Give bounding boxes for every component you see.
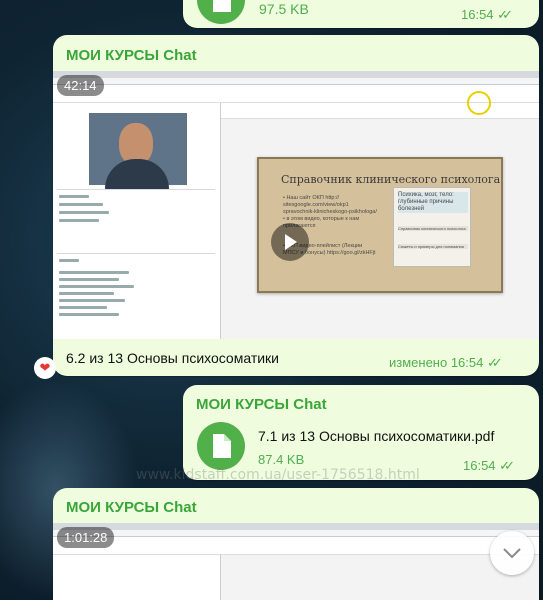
sender-name[interactable]: МОИ КУРСЫ Chat	[66, 499, 197, 516]
webcam-frame	[89, 113, 187, 189]
video-duration: 1:01:28	[57, 527, 115, 548]
file-icon[interactable]	[197, 422, 245, 470]
slide-title: Справочник клинического психолога	[281, 173, 501, 186]
heart-icon[interactable]: ❤	[34, 357, 56, 379]
slide-box: Психика, мозг, тело: глубинные причины б…	[393, 187, 471, 267]
chevron-down-icon[interactable]	[490, 531, 534, 575]
video-thumbnail[interactable]: Справочник клинического психолога • Наш …	[53, 71, 539, 339]
file-name[interactable]: 7.1 из 13 Основы психосоматики.pdf	[258, 428, 494, 444]
watermark: www.kidstaff.com.ua/user-1756518.html	[136, 467, 420, 483]
webinar-left-panel	[53, 555, 221, 600]
webinar-presentation-area: Справочник клинического психолога • Наш …	[221, 91, 539, 339]
message-time: изменено 16:54 ✓✓	[389, 355, 503, 370]
cursor-highlight	[467, 91, 491, 115]
message-bubble-file-top[interactable]: 97.5 KB 16:54 ✓✓	[183, 0, 539, 28]
browser-url-bar	[53, 530, 539, 537]
message-bubble-file[interactable]: МОИ КУРСЫ Chat 7.1 из 13 Основы психосом…	[183, 385, 539, 480]
browser-tabs	[53, 523, 539, 530]
play-icon[interactable]	[271, 223, 309, 261]
video-thumbnail[interactable]: 1:01:28	[53, 523, 539, 600]
message-bubble-video-2[interactable]: МОИ КУРСЫ Chat 1:01:28	[53, 488, 539, 600]
webinar-left-panel	[53, 103, 221, 339]
browser-toolbar	[53, 85, 539, 103]
video-caption: 6.2 из 13 Основы психосоматики	[66, 350, 279, 366]
browser-url-bar	[53, 78, 539, 85]
message-time: 16:54 ✓✓	[463, 458, 515, 473]
video-duration: 42:14	[57, 75, 104, 96]
double-check-icon: ✓✓	[497, 7, 513, 22]
double-check-icon: ✓✓	[486, 355, 503, 370]
message-bubble-video-1[interactable]: МОИ КУРСЫ Chat Справочник клинического п…	[53, 35, 539, 376]
presentation-slide: Справочник клинического психолога • Наш …	[257, 157, 503, 293]
sender-name[interactable]: МОИ КУРСЫ Chat	[66, 47, 197, 64]
file-size: 97.5 KB	[259, 1, 309, 17]
file-size: 87.4 KB	[258, 452, 305, 467]
browser-tabs	[53, 71, 539, 78]
double-check-icon: ✓✓	[499, 458, 515, 473]
browser-toolbar	[53, 537, 539, 555]
sender-name[interactable]: МОИ КУРСЫ Chat	[196, 396, 327, 413]
message-time: 16:54 ✓✓	[461, 7, 513, 22]
file-icon[interactable]	[197, 0, 245, 24]
